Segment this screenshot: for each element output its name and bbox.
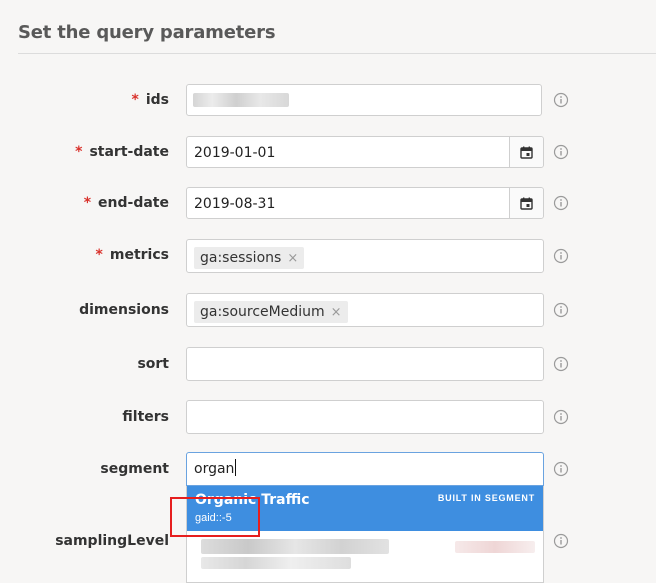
dimensions-input[interactable]: ga:sourceMedium × xyxy=(186,293,544,327)
metrics-label: * metrics xyxy=(9,247,169,263)
start-date-label-text: start-date xyxy=(89,144,169,160)
segment-option-redacted[interactable] xyxy=(187,531,543,582)
filters-label-text: filters xyxy=(122,409,169,425)
info-icon[interactable] xyxy=(553,195,569,211)
segment-typed-text: organ xyxy=(194,461,235,477)
close-icon[interactable]: × xyxy=(287,251,298,266)
ids-label-text: ids xyxy=(145,92,169,108)
start-date-value: 2019-01-01 xyxy=(194,145,276,161)
end-date-input[interactable]: 2019-08-31 xyxy=(186,187,544,219)
annotation-highlight xyxy=(170,497,260,537)
filters-label: filters xyxy=(9,409,169,425)
end-date-label: * end-date xyxy=(9,195,169,211)
title-divider xyxy=(18,53,656,54)
metric-chip: ga:sessions × xyxy=(194,247,305,269)
dimensions-label-text: dimensions xyxy=(79,302,169,318)
redacted-option-text xyxy=(201,557,351,569)
calendar-icon xyxy=(520,146,533,159)
metrics-input[interactable]: ga:sessions × xyxy=(186,239,544,273)
end-date-label-text: end-date xyxy=(98,195,169,211)
info-icon[interactable] xyxy=(553,248,569,264)
dimension-chip: ga:sourceMedium × xyxy=(194,301,348,323)
sampling-level-label-text: samplingLevel xyxy=(55,533,169,549)
segment-input[interactable]: organ xyxy=(186,452,544,486)
info-icon[interactable] xyxy=(553,356,569,372)
segment-input-value: organ xyxy=(194,453,237,485)
close-icon[interactable]: × xyxy=(331,305,342,320)
start-date-label: * start-date xyxy=(9,144,169,160)
end-date-value: 2019-08-31 xyxy=(194,196,276,212)
sort-input[interactable] xyxy=(186,347,544,381)
ids-label: * ids xyxy=(9,92,169,108)
info-icon[interactable] xyxy=(553,144,569,160)
start-date-input[interactable]: 2019-01-01 xyxy=(186,136,544,168)
section-title: Set the query parameters xyxy=(18,22,276,43)
segment-label: segment xyxy=(9,461,169,477)
built-in-segment-badge: BUILT IN SEGMENT xyxy=(437,493,535,503)
sort-label: sort xyxy=(9,356,169,372)
info-icon[interactable] xyxy=(553,92,569,108)
ids-input[interactable] xyxy=(186,84,542,116)
segment-label-text: segment xyxy=(100,461,169,477)
metric-chip-label: ga:sessions xyxy=(200,250,282,266)
start-date-calendar-button[interactable] xyxy=(509,137,543,167)
redacted-option-badge xyxy=(455,541,535,553)
sampling-level-label: samplingLevel xyxy=(9,533,169,549)
text-caret xyxy=(235,459,237,476)
calendar-icon xyxy=(520,197,533,210)
info-icon[interactable] xyxy=(553,409,569,425)
required-marker: * xyxy=(75,144,83,160)
required-marker: * xyxy=(131,92,139,108)
end-date-calendar-button[interactable] xyxy=(509,188,543,218)
required-marker: * xyxy=(95,247,103,263)
info-icon[interactable] xyxy=(553,533,569,549)
sort-label-text: sort xyxy=(137,356,169,372)
dimension-chip-label: ga:sourceMedium xyxy=(200,304,325,320)
dimensions-label: dimensions xyxy=(9,302,169,318)
info-icon[interactable] xyxy=(553,461,569,477)
info-icon[interactable] xyxy=(553,302,569,318)
required-marker: * xyxy=(83,195,92,211)
redacted-value xyxy=(193,93,289,107)
redacted-option-text xyxy=(201,539,389,554)
metrics-label-text: metrics xyxy=(109,247,169,263)
filters-input[interactable] xyxy=(186,400,544,434)
